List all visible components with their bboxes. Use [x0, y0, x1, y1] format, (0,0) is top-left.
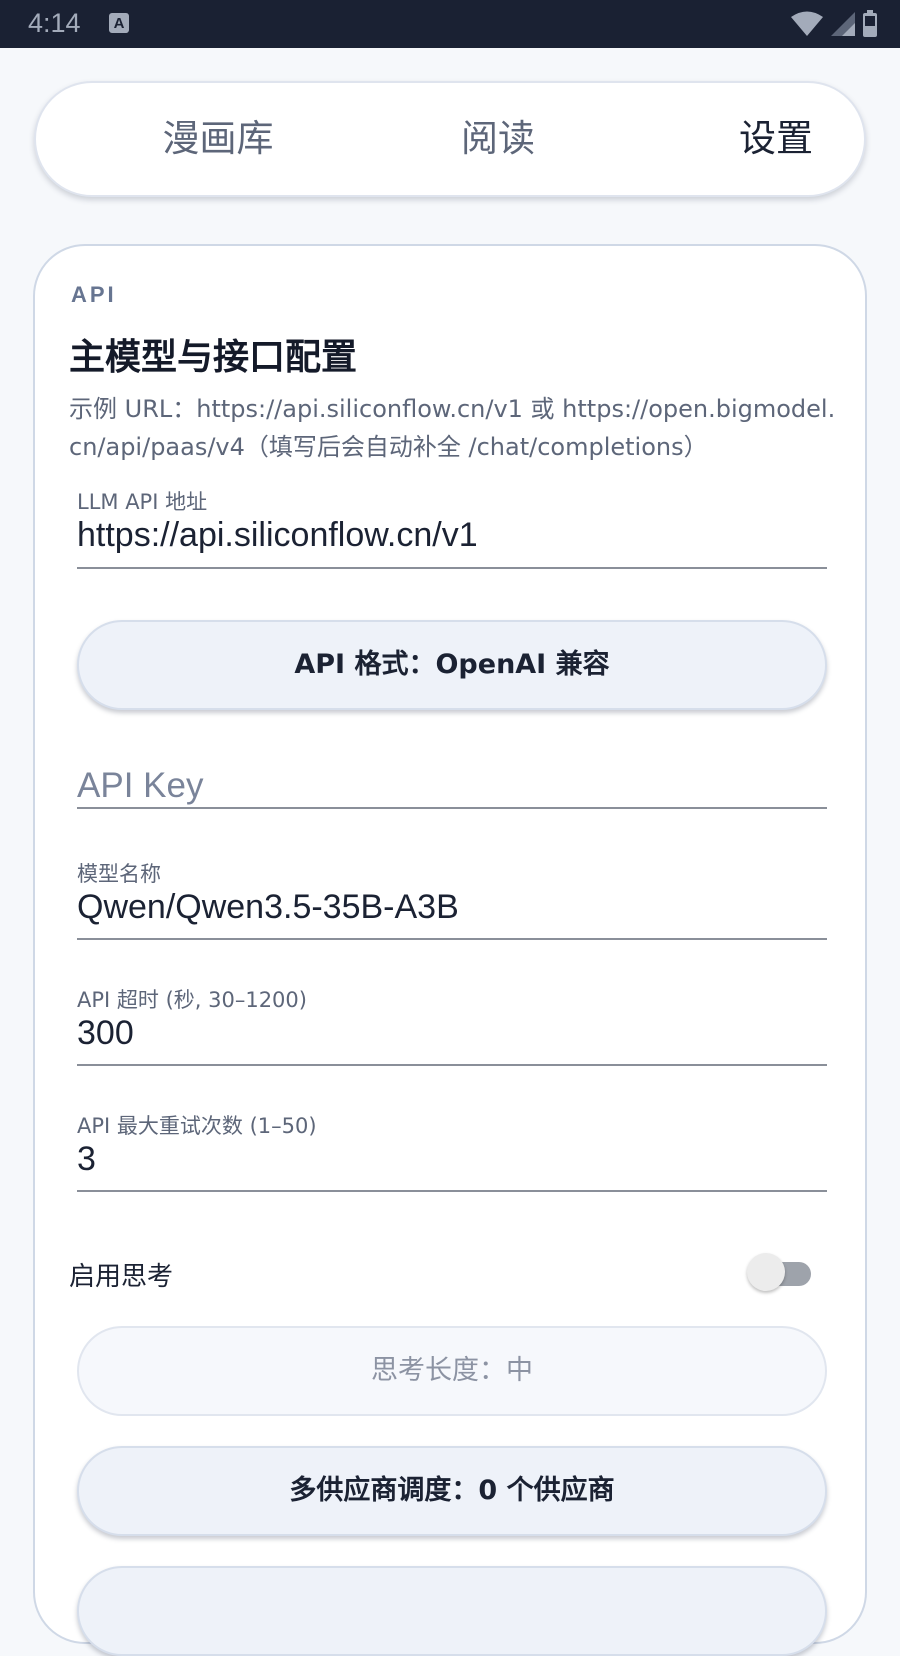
llm-api-url-field[interactable]: LLM API 地址 https://api.siliconflow.cn/v1	[77, 486, 827, 570]
api-max-retries-label: API 最大重试次数 (1–50)	[77, 1114, 317, 1138]
next-settings-button[interactable]	[77, 1566, 827, 1656]
api-format-button[interactable]: API 格式：OpenAI 兼容	[77, 620, 827, 710]
tab-reading[interactable]: 阅读	[378, 83, 618, 195]
llm-api-url-input[interactable]: https://api.siliconflow.cn/v1	[77, 516, 478, 555]
field-underline	[77, 807, 827, 809]
status-icons	[790, 10, 878, 38]
model-name-label: 模型名称	[77, 862, 161, 886]
tab-comic-library[interactable]: 漫画库	[98, 83, 338, 195]
llm-api-url-label: LLM API 地址	[77, 490, 208, 514]
toggle-thumb	[747, 1253, 785, 1291]
api-key-input[interactable]: API Key	[77, 766, 203, 806]
section-title: 主模型与接口配置	[69, 337, 358, 378]
url-hint-text: 示例 URL：https://api.siliconflow.cn/v1 或 h…	[69, 395, 836, 461]
api-max-retries-input[interactable]: 3	[77, 1140, 96, 1179]
enable-thinking-toggle[interactable]	[747, 1253, 811, 1291]
top-navigation: 漫画库 阅读 设置	[34, 81, 866, 197]
field-underline	[77, 1064, 827, 1066]
model-name-input[interactable]: Qwen/Qwen3.5-35B-A3B	[77, 888, 459, 927]
battery-icon	[863, 10, 877, 37]
status-bar: 4:14 A	[0, 0, 900, 48]
api-key-field[interactable]: API Key	[77, 752, 827, 812]
enable-thinking-label: 启用思考	[69, 1262, 174, 1292]
cellular-signal-icon	[831, 12, 855, 36]
api-max-retries-field[interactable]: API 最大重试次数 (1–50) 3	[77, 1110, 827, 1194]
api-timeout-input[interactable]: 300	[77, 1014, 134, 1053]
notification-app-icon: A	[109, 13, 129, 33]
api-timeout-field[interactable]: API 超时 (秒, 30–1200) 300	[77, 984, 827, 1068]
field-underline	[77, 567, 827, 569]
model-name-field[interactable]: 模型名称 Qwen/Qwen3.5-35B-A3B	[77, 858, 827, 942]
tab-settings[interactable]: 设置	[656, 83, 896, 195]
wifi-icon	[791, 11, 823, 36]
status-time: 4:14	[28, 8, 81, 38]
field-underline	[77, 938, 827, 940]
section-tag: API	[71, 282, 117, 307]
multi-provider-button[interactable]: 多供应商调度：0 个供应商	[77, 1446, 827, 1536]
field-underline	[77, 1190, 827, 1192]
api-timeout-label: API 超时 (秒, 30–1200)	[77, 988, 307, 1012]
thinking-length-button[interactable]: 思考长度：中	[77, 1326, 827, 1416]
api-settings-card: API 主模型与接口配置 示例 URL：https://api.siliconf…	[33, 244, 867, 1656]
